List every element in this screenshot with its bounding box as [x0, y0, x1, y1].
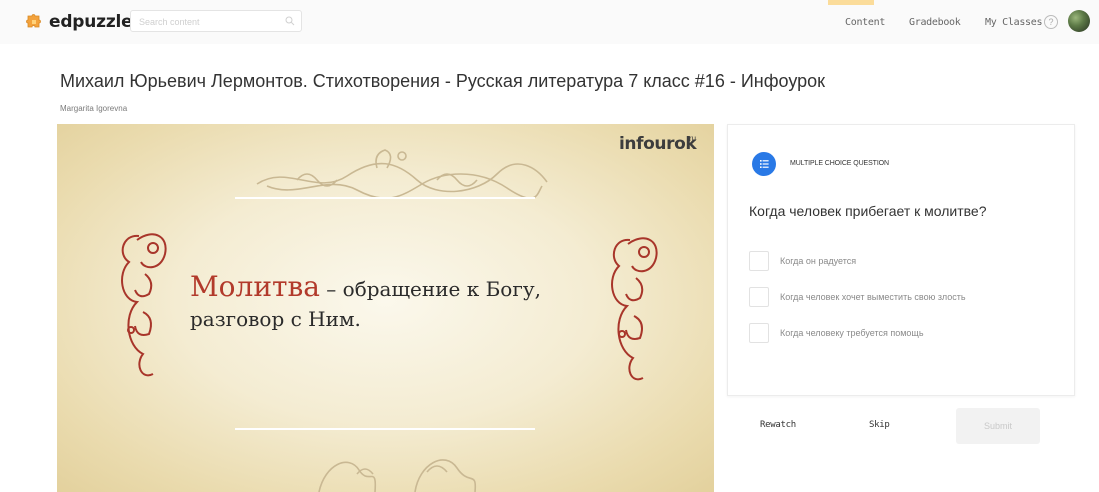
- slide-definition-line2: разговор с Ним.: [190, 307, 361, 331]
- answer-checkbox[interactable]: [749, 323, 769, 343]
- search-icon[interactable]: [285, 16, 295, 26]
- answer-option[interactable]: Когда человеку требуется помощь: [749, 323, 1069, 345]
- nav-accent-bar: [828, 0, 874, 5]
- slide-definition: – обращение к Богу,: [319, 277, 541, 301]
- answer-checkbox[interactable]: [749, 287, 769, 307]
- bottom-flourish: [318, 459, 477, 492]
- submit-button[interactable]: Submit: [956, 408, 1040, 444]
- top-navigation-bar: edpuzzle Content Gradebook My Classes ?: [0, 0, 1099, 44]
- answer-label: Когда человеку требуется помощь: [780, 328, 924, 338]
- nav-gradebook[interactable]: Gradebook: [909, 17, 961, 28]
- question-type-label: MULTIPLE CHOICE QUESTION: [790, 160, 889, 167]
- question-circle-icon[interactable]: ?: [1044, 15, 1058, 29]
- slide-term: Молитва: [190, 270, 320, 303]
- edpuzzle-logo[interactable]: edpuzzle: [24, 10, 133, 34]
- search-input[interactable]: [137, 14, 281, 30]
- avatar[interactable]: [1068, 10, 1090, 32]
- answer-label: Когда он радуется: [780, 256, 857, 266]
- skip-button[interactable]: Skip: [869, 420, 890, 430]
- video-player[interactable]: infourok ru Молитва – обращение к Богу, …: [57, 124, 714, 492]
- author-name: Margarita Igorevna: [60, 104, 128, 113]
- left-ornate-letter: [121, 233, 167, 377]
- brand-name: edpuzzle: [49, 12, 133, 32]
- answer-label: Когда человек хочет выместить свою злост…: [780, 292, 966, 302]
- answer-option[interactable]: Когда он радуется: [749, 251, 1069, 273]
- answer-checkbox[interactable]: [749, 251, 769, 271]
- right-ornate-letter: [611, 237, 658, 381]
- nav-content[interactable]: Content: [845, 17, 885, 28]
- nav-my-classes[interactable]: My Classes: [985, 17, 1043, 28]
- infourok-logo-suffix: ru: [689, 134, 697, 143]
- answer-option[interactable]: Когда человек хочет выместить свою злост…: [749, 287, 1069, 309]
- search-box[interactable]: [130, 10, 302, 32]
- list-icon: [752, 152, 776, 176]
- question-panel: MULTIPLE CHOICE QUESTION Когда человек п…: [727, 124, 1075, 396]
- question-text: Когда человек прибегает к молитве?: [749, 203, 987, 219]
- top-flourish: [256, 149, 548, 200]
- puzzle-icon: [26, 14, 41, 28]
- rewatch-button[interactable]: Rewatch: [760, 420, 796, 430]
- infourok-logo: infourok: [619, 134, 697, 154]
- slide-text: Молитва – обращение к Богу, разговор с Н…: [190, 270, 541, 331]
- page-title: Михаил Юрьевич Лермонтов. Стихотворения …: [60, 71, 826, 91]
